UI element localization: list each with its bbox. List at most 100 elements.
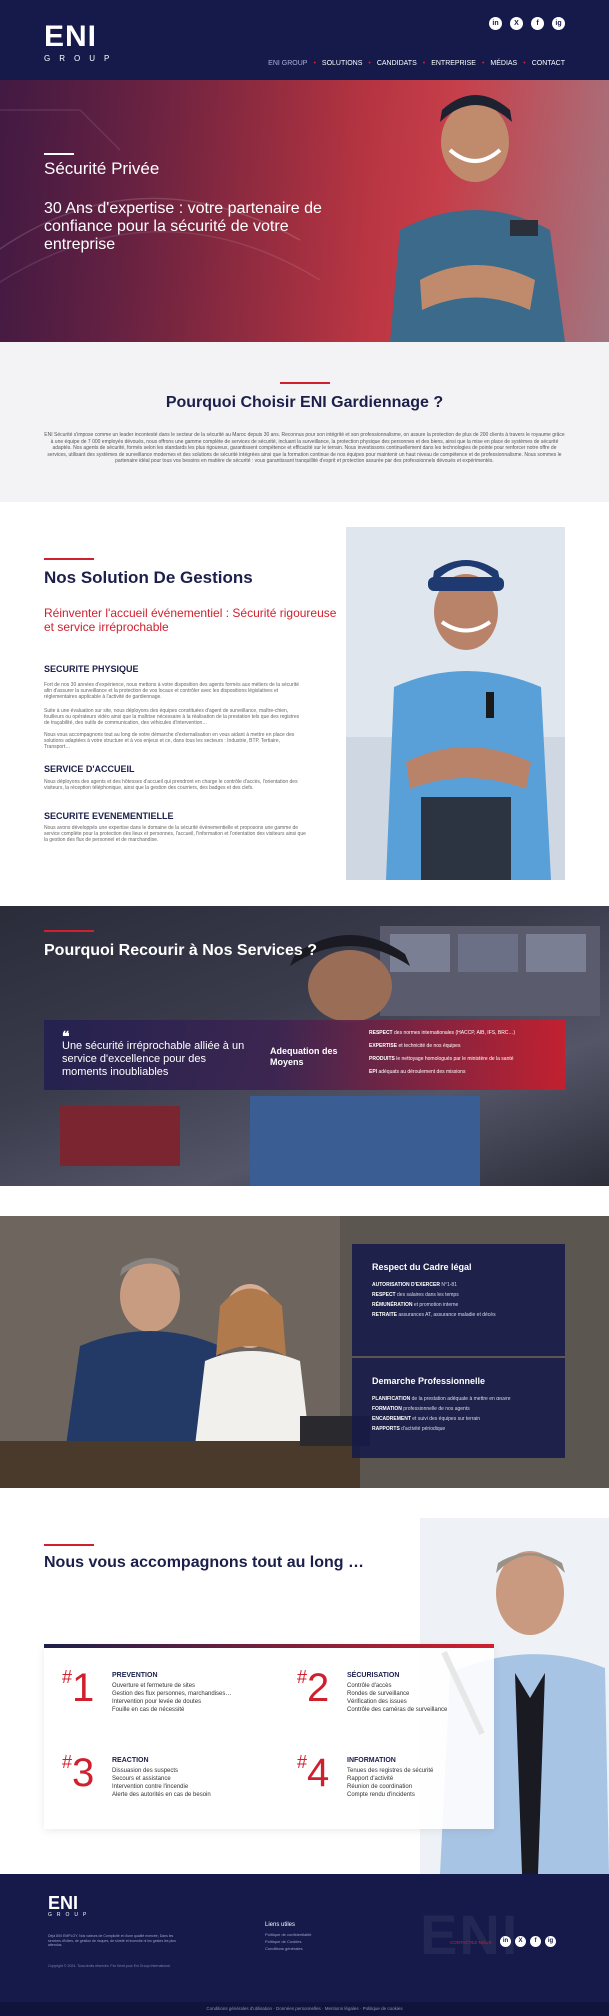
logo-text: ENI — [44, 20, 98, 53]
legal-section: Respect du Cadre légal AUTORISATION D'EX… — [0, 1216, 609, 1488]
panel-line: FORMATION professionnelle de nos agents — [372, 1406, 470, 1412]
solutions-title: Nos Solution De Gestions — [44, 568, 253, 587]
panel-line: RÉMUNÉRATION et promotion interne — [372, 1302, 459, 1308]
legal-links[interactable]: Conditions générales d'utilisation · Don… — [0, 2002, 609, 2016]
support-section: Nous vous accompagnons tout au long … #1… — [0, 1488, 609, 1874]
step-item: Intervention pour levée de doutes — [112, 1699, 202, 1705]
footer-bottom-bar: Conditions générales d'utilisation · Don… — [0, 2002, 609, 2016]
nav-eni-group[interactable]: ENI GROUP — [268, 60, 307, 67]
step-card: #2 SÉCURISATION Contrôle d'accès Rondes … — [279, 1664, 489, 1734]
facebook-icon[interactable]: f — [530, 1936, 541, 1947]
step-card: #4 INFORMATION Tenues des registres de s… — [279, 1749, 489, 1819]
section-text: Nous avons développés une expertise dans… — [44, 825, 306, 843]
step-item: Rondes de surveillance — [347, 1691, 410, 1697]
step-number: 4 — [307, 1751, 330, 1795]
step-item: Contrôle d'accès — [347, 1683, 392, 1689]
step-item: Alerte des autorités en cas de besoin — [112, 1792, 211, 1798]
panel-title: Respect du Cadre légal — [372, 1262, 472, 1272]
section-text: Nous vous accompagnons tout au long de v… — [44, 732, 295, 750]
nav-medias[interactable]: MÉDIAS — [490, 60, 517, 67]
step-item: Réunion de coordination — [347, 1784, 413, 1790]
adequation-label: Adequation des Moyens — [270, 1046, 338, 1067]
values-card: ❝ Une sécurité irréprochable alliée à un… — [44, 1020, 565, 1090]
linkedin-icon[interactable]: in — [500, 1936, 511, 1947]
list-item: EPI adéquats au déroulement des missions — [369, 1069, 466, 1075]
footer-logo[interactable]: ENI GROUP — [48, 1894, 91, 1918]
panel-line: ENCADREMENT et suivi des équipes sur ter… — [372, 1416, 481, 1422]
recourir-title: Pourquoi Recourir à Nos Services ? — [44, 942, 317, 959]
step-number: 3 — [72, 1751, 95, 1795]
footer-link[interactable]: Politique de confidentialité — [265, 1932, 311, 1937]
logo-sub: GROUP — [44, 54, 119, 63]
step-item: Vérification des issues — [347, 1699, 407, 1705]
main-nav: ENI GROUP • SOLUTIONS • CANDIDATS • ENTR… — [268, 60, 565, 67]
step-item: Contrôle des caméras de surveillance — [347, 1707, 448, 1713]
why-title: Pourquoi Choisir ENI Gardiennage ? — [165, 394, 444, 411]
section-text: Suite à une évaluation sur site, nous dé… — [44, 708, 300, 726]
contact-link[interactable]: CONTACTEZ-NOUS — [450, 1940, 492, 1945]
step-item: Compte rendu d'incidents — [347, 1792, 415, 1798]
values-list: RESPECT des normes internationales (HACC… — [369, 1030, 559, 1082]
panel-line: RAPPORTS d'activité périodique — [372, 1426, 446, 1432]
x-icon[interactable]: X — [510, 17, 523, 30]
step-card: #3 REACTION Dissuasion des suspects Seco… — [44, 1749, 254, 1819]
instagram-icon[interactable]: ig — [552, 17, 565, 30]
footer-description: Déjà 800 EMPLOY. Nos valeurs de Complici… — [48, 1934, 176, 1947]
support-title: Nous vous accompagnons tout au long … — [44, 1554, 365, 1571]
step-item: Dissuasion des suspects — [112, 1768, 179, 1774]
footer-links: Liens utiles Politique de confidentialit… — [265, 1922, 311, 1953]
steps-box: #1 PREVENTION Ouverture et fermeture de … — [44, 1644, 494, 1829]
logo[interactable]: ENI GROUP — [44, 22, 136, 64]
nav-entreprise[interactable]: ENTREPRISE — [431, 60, 476, 67]
panel-line: PLANIFICATION de la prestation adéquate … — [372, 1396, 511, 1402]
step-title: PREVENTION — [112, 1672, 158, 1679]
site-header: ENI GROUP in X f ig ENI GROUP • SOLUTION… — [0, 0, 609, 80]
panel-line: RESPECT des salaires dans les temps — [372, 1292, 459, 1298]
solutions-section: Nos Solution De Gestions Réinventer l'ac… — [0, 502, 609, 906]
panel-title: Demarche Professionnelle — [372, 1376, 486, 1386]
nav-solutions[interactable]: SOLUTIONS — [322, 60, 362, 67]
step-item: Secours et assistance — [112, 1776, 171, 1782]
panel-line: AUTORISATION D'EXERCER N°1-81 — [372, 1282, 457, 1288]
footer-link[interactable]: Conditions générales — [265, 1946, 311, 1951]
step-title: REACTION — [112, 1757, 149, 1764]
guard-photo — [346, 527, 565, 880]
security-guard-image — [390, 95, 565, 342]
professional-panel: Demarche Professionnelle PLANIFICATION d… — [352, 1358, 565, 1458]
linkedin-icon[interactable]: in — [489, 17, 502, 30]
list-item: EXPERTISE et technicité de nos équipes — [369, 1043, 461, 1049]
hero-subtitle: 30 Ans d'expertise : votre partenaire de… — [44, 200, 322, 253]
step-card: #1 PREVENTION Ouverture et fermeture de … — [44, 1664, 254, 1734]
footer-links-title: Liens utiles — [265, 1922, 296, 1928]
instagram-icon[interactable]: ig — [545, 1936, 556, 1947]
step-item: Intervention contre l'incendie — [112, 1784, 189, 1790]
social-links: in X f ig — [489, 17, 565, 30]
why-section: Pourquoi Choisir ENI Gardiennage ? ENI S… — [0, 342, 609, 502]
footer-watermark: ENI — [420, 1903, 520, 1966]
panel-line: RETRAITE assurances AT, assurance maladi… — [372, 1312, 496, 1318]
nav-contact[interactable]: CONTACT — [532, 60, 565, 67]
why-use-services-section: Pourquoi Recourir à Nos Services ? ❝ Une… — [0, 906, 609, 1186]
step-item: Tenues des registres de sécurité — [347, 1768, 434, 1774]
section-heading: SECURITE EVENEMENTIELLE — [44, 811, 174, 821]
step-item: Rapport d'activité — [347, 1776, 394, 1782]
section-text: Fort de nos 30 années d'expérience, nous… — [44, 682, 299, 700]
step-number: 1 — [72, 1666, 95, 1710]
footer-link[interactable]: Politique de Cookies — [265, 1939, 311, 1944]
step-item: Ouverture et fermeture de sites — [112, 1683, 196, 1689]
why-text: ENI Sécurité s'impose comme un leader in… — [44, 432, 565, 464]
footer-socials: in X f ig — [500, 1936, 556, 1947]
legal-panel: Respect du Cadre légal AUTORISATION D'EX… — [352, 1244, 565, 1356]
x-icon[interactable]: X — [515, 1936, 526, 1947]
list-item: PRODUITS le nettoyage homologués par le … — [369, 1056, 514, 1062]
facebook-icon[interactable]: f — [531, 17, 544, 30]
nav-candidats[interactable]: CANDIDATS — [377, 60, 417, 67]
step-title: SÉCURISATION — [347, 1672, 400, 1679]
step-title: INFORMATION — [347, 1757, 396, 1764]
step-item: Fouille en cas de nécessité — [112, 1707, 185, 1713]
site-footer: ENI ENI GROUP Déjà 800 EMPLOY. Nos valeu… — [0, 1874, 609, 2016]
step-number: 2 — [307, 1666, 330, 1710]
step-item: Gestion des flux personnes, marchandises… — [112, 1691, 232, 1697]
solutions-tagline: Réinventer l'accueil événementiel : Sécu… — [44, 606, 337, 634]
copyright: Copyright © 2024. Tous droits réservés. … — [48, 1964, 171, 1968]
